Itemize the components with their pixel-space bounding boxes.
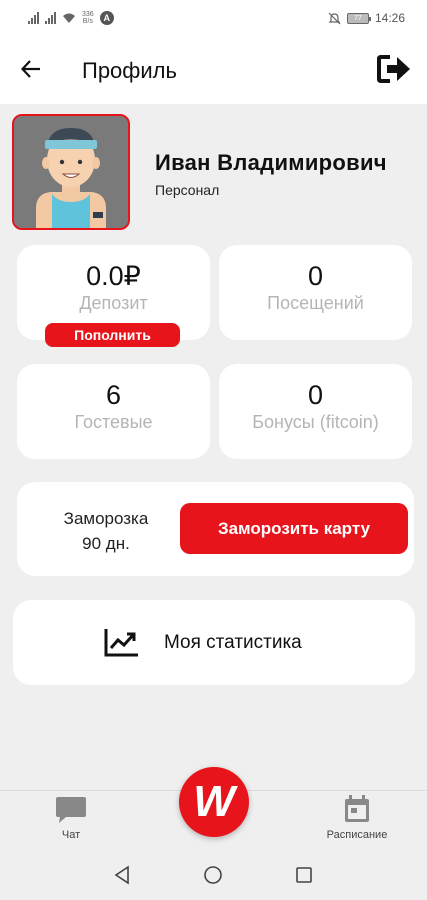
status-bar: 336 B/s A 77 14:26	[0, 0, 427, 36]
bonuses-value: 0	[307, 380, 324, 410]
brand-logo: W	[193, 777, 235, 826]
net-unit: B/s	[82, 18, 93, 25]
my-statistics-label: Моя статистика	[164, 632, 302, 653]
bonuses-card: 0 Бонусы (fitcoin)	[219, 364, 412, 459]
freeze-card-button[interactable]: Заморозить карту	[180, 503, 408, 554]
system-recents-icon[interactable]	[295, 866, 313, 884]
page-title: Профиль	[82, 58, 177, 83]
chart-line-icon	[104, 629, 138, 657]
deposit-value: 0.0₽	[86, 261, 141, 291]
profile-role: Персонал	[155, 182, 220, 198]
net-speed: 336	[82, 11, 94, 18]
avatar-illustration	[14, 116, 128, 228]
calendar-icon[interactable]	[343, 794, 371, 824]
visits-value: 0	[307, 261, 324, 291]
guests-value: 6	[105, 380, 122, 410]
nav-schedule-label[interactable]: Расписание	[316, 829, 398, 841]
brand-button[interactable]: W	[179, 767, 249, 837]
system-home-icon[interactable]	[203, 865, 223, 885]
alert-icon: A	[99, 11, 114, 25]
arrow-left-icon[interactable]	[20, 58, 42, 80]
system-back-icon[interactable]	[112, 865, 132, 885]
signal-icon-2	[45, 12, 56, 24]
nav-chat-label[interactable]: Чат	[40, 829, 102, 841]
guests-label: Гостевые	[74, 412, 153, 432]
battery-icon: 77	[346, 12, 371, 24]
topup-button[interactable]: Пополнить	[45, 323, 180, 347]
avatar[interactable]	[12, 114, 130, 230]
deposit-label: Депозит	[79, 293, 148, 313]
freeze-status: Заморозка 90 дн.	[36, 506, 176, 556]
profile-name: Иван Владимирович	[155, 150, 387, 175]
chat-icon[interactable]	[54, 795, 88, 825]
freeze-label: Заморозка	[63, 509, 149, 528]
clock: 14:26	[374, 11, 405, 25]
wifi-icon	[63, 13, 75, 23]
visits-label: Посещений	[267, 293, 364, 313]
freeze-days: 90 дн.	[82, 534, 130, 553]
bonuses-label: Бонусы (fitcoin)	[252, 412, 379, 432]
visits-card: 0 Посещений	[219, 245, 412, 340]
logout-icon[interactable]	[377, 54, 411, 84]
mute-icon	[328, 12, 341, 24]
signal-icon	[28, 12, 39, 24]
guests-card: 6 Гостевые	[17, 364, 210, 459]
app-bar: Профиль	[0, 36, 427, 104]
